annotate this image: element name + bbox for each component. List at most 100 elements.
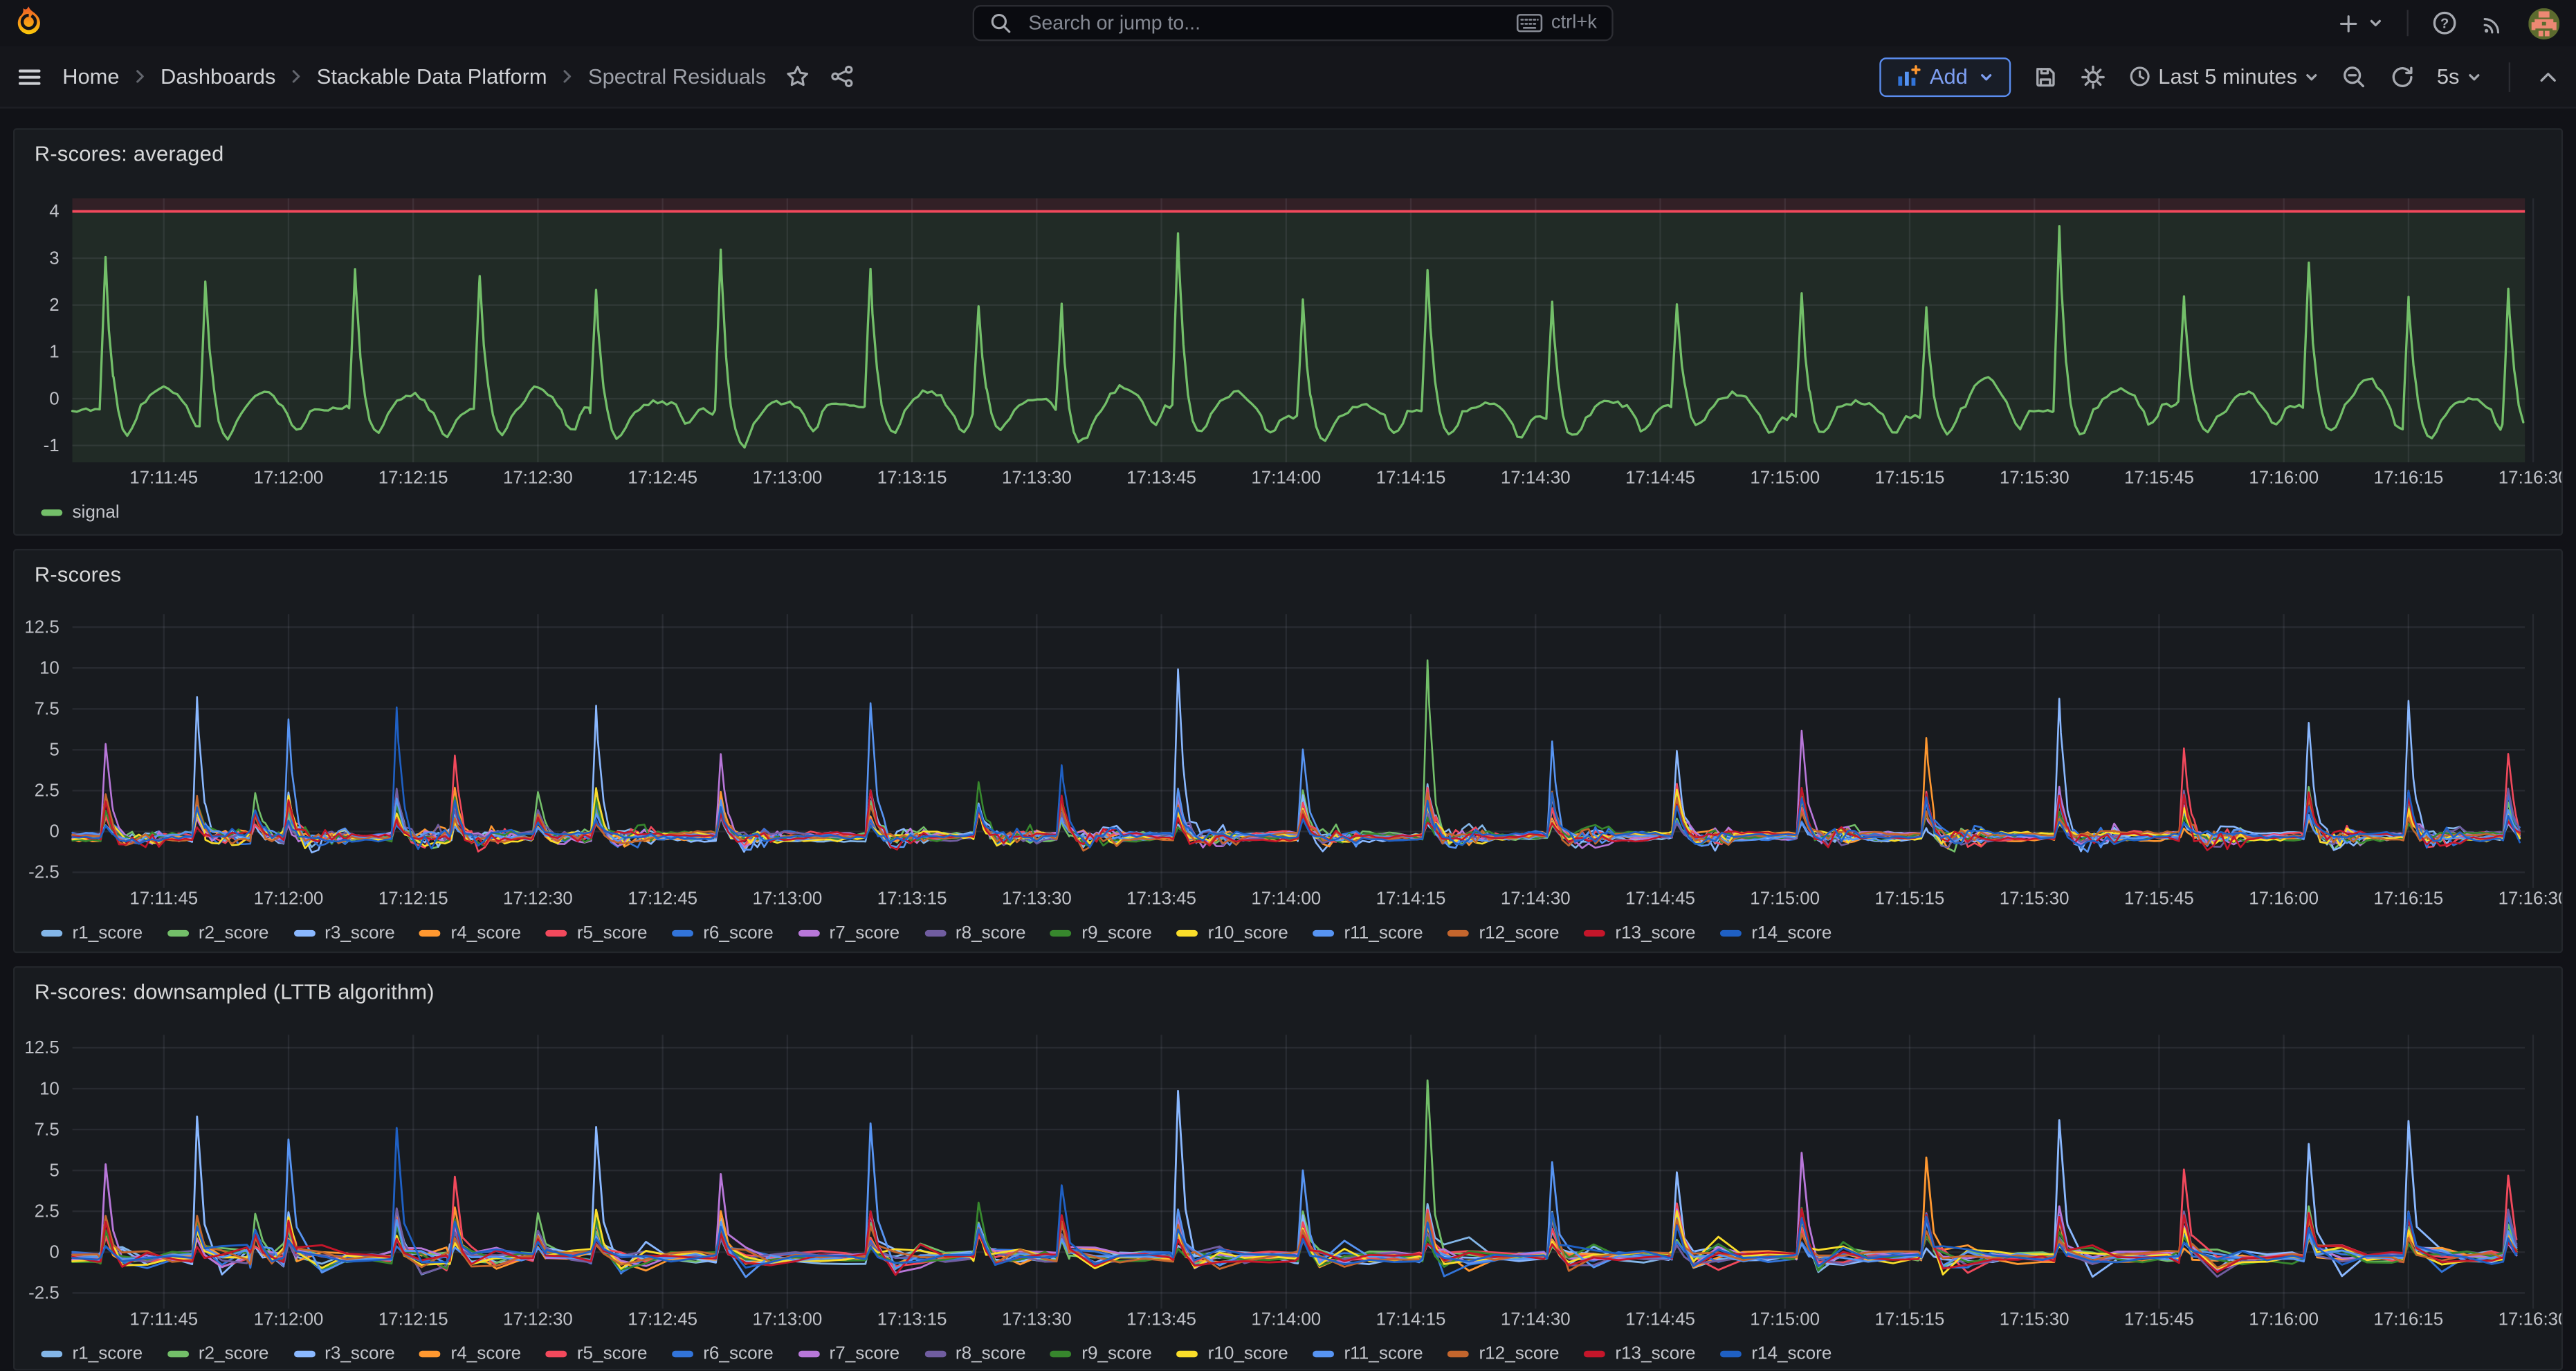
legend-item-r2_score[interactable]: r2_score xyxy=(167,923,269,943)
legend: r1_score r2_score r3_score r4_score r5_score… xyxy=(41,922,1831,945)
legend-series-color xyxy=(167,1351,189,1357)
legend-item-r1_score[interactable]: r1_score xyxy=(41,923,143,943)
dashboard-settings-button[interactable] xyxy=(2079,63,2105,89)
search-box[interactable]: ctrl+k xyxy=(973,5,1614,41)
legend-series-name: r11_score xyxy=(1344,1344,1423,1363)
refresh-interval-picker[interactable]: 5s xyxy=(2437,64,2483,89)
chevron-right-icon xyxy=(131,67,149,85)
news-button[interactable] xyxy=(2481,10,2505,35)
legend-series-color xyxy=(1313,1351,1334,1357)
chevron-down-icon xyxy=(2466,69,2483,85)
legend-item-r13_score[interactable]: r13_score xyxy=(1584,923,1695,943)
legend-item-r9_score[interactable]: r9_score xyxy=(1050,923,1152,943)
x-tick-label: 17:12:30 xyxy=(503,889,573,908)
legend-item-r3_score[interactable]: r3_score xyxy=(293,923,395,943)
search-input[interactable] xyxy=(1025,10,1506,36)
search-icon xyxy=(989,10,1014,35)
x-tick-label: 17:13:30 xyxy=(1002,469,1072,488)
legend-item-r8_score[interactable]: r8_score xyxy=(924,923,1026,943)
refresh-button[interactable] xyxy=(2389,63,2415,89)
legend-item-r3_score[interactable]: r3_score xyxy=(293,1344,395,1363)
legend-series-name: r8_score xyxy=(956,923,1026,943)
collapse-toolbar-button[interactable] xyxy=(2537,65,2559,88)
legend-series-color xyxy=(798,930,819,936)
legend-item-r2_score[interactable]: r2_score xyxy=(167,1344,269,1363)
x-tick-label: 17:14:00 xyxy=(1251,1309,1321,1329)
legend-series-name: r7_score xyxy=(830,923,900,943)
x-tick-label: 17:16:00 xyxy=(2249,1309,2319,1329)
y-tick-label: -2.5 xyxy=(28,1284,60,1303)
user-avatar[interactable] xyxy=(2528,8,2559,39)
x-tick-label: 17:16:00 xyxy=(2249,469,2319,488)
legend-item-r11_score[interactable]: r11_score xyxy=(1313,923,1423,943)
x-tick-label: 17:16:15 xyxy=(2374,469,2444,488)
shortcut-label: ctrl+k xyxy=(1551,13,1597,33)
legend-item-r5_score[interactable]: r5_score xyxy=(546,923,648,943)
legend-item-r1_score[interactable]: r1_score xyxy=(41,1344,143,1363)
legend-series-name: r14_score xyxy=(1751,1344,1831,1363)
legend: signal xyxy=(41,501,119,524)
legend-item-r14_score[interactable]: r14_score xyxy=(1720,1344,1831,1363)
x-tick-label: 17:16:00 xyxy=(2249,889,2319,908)
x-tick-label: 17:13:00 xyxy=(752,469,822,488)
legend-item-r8_score[interactable]: r8_score xyxy=(924,1344,1026,1363)
add-panel-button[interactable]: Add xyxy=(1879,57,2010,96)
zoom-out-button[interactable] xyxy=(2341,63,2368,89)
threshold-region-above xyxy=(73,198,2525,211)
help-button[interactable]: ? xyxy=(2431,10,2458,36)
y-tick-label: 2 xyxy=(49,296,59,315)
new-button[interactable] xyxy=(2336,10,2384,35)
legend-item-r9_score[interactable]: r9_score xyxy=(1050,1344,1152,1363)
x-tick-label: 17:16:30 xyxy=(2499,889,2561,908)
time-series-plot[interactable]: 17:11:4517:12:0017:12:1517:12:3017:12:45… xyxy=(15,550,2561,951)
legend: r1_score r2_score r3_score r4_score r5_score… xyxy=(41,1343,1831,1365)
x-tick-label: 17:14:00 xyxy=(1251,469,1321,488)
legend-item-r10_score[interactable]: r10_score xyxy=(1176,923,1288,943)
time-series-plot[interactable]: 17:11:4517:12:0017:12:1517:12:3017:12:45… xyxy=(15,968,2561,1369)
legend-item-r7_score[interactable]: r7_score xyxy=(798,923,899,943)
breadcrumb-folder[interactable]: Stackable Data Platform xyxy=(317,64,547,89)
legend-item-r11_score[interactable]: r11_score xyxy=(1313,1344,1423,1363)
legend-item-r13_score[interactable]: r13_score xyxy=(1584,1344,1695,1363)
y-tick-label: 5 xyxy=(49,1161,59,1180)
x-tick-label: 17:14:15 xyxy=(1376,889,1446,908)
save-dashboard-button[interactable] xyxy=(2031,63,2058,89)
legend-series-name: r5_score xyxy=(577,923,648,943)
legend-item-r12_score[interactable]: r12_score xyxy=(1447,1344,1559,1363)
legend-item-r5_score[interactable]: r5_score xyxy=(546,1344,648,1363)
chevron-right-icon xyxy=(287,67,305,85)
legend-item-signal[interactable]: signal xyxy=(41,503,119,523)
save-icon xyxy=(2031,63,2058,89)
divider xyxy=(2406,10,2408,36)
threshold-region-below xyxy=(73,211,2525,462)
legend-item-r12_score[interactable]: r12_score xyxy=(1447,923,1559,943)
x-tick-label: 17:15:45 xyxy=(2124,1309,2194,1329)
legend-series-name: r8_score xyxy=(956,1344,1026,1363)
legend-series-color xyxy=(546,1351,567,1357)
legend-series-name: r2_score xyxy=(199,923,269,943)
mega-menu-button[interactable] xyxy=(17,63,43,89)
legend-item-r14_score[interactable]: r14_score xyxy=(1720,923,1831,943)
grafana-logo[interactable] xyxy=(12,5,46,39)
legend-item-r4_score[interactable]: r4_score xyxy=(419,1344,521,1363)
time-series-plot[interactable]: 17:11:4517:12:0017:12:1517:12:3017:12:45… xyxy=(15,130,2561,534)
breadcrumb-home[interactable]: Home xyxy=(62,64,119,89)
legend-item-r7_score[interactable]: r7_score xyxy=(798,1344,899,1363)
legend-item-r10_score[interactable]: r10_score xyxy=(1176,1344,1288,1363)
legend-item-r6_score[interactable]: r6_score xyxy=(672,1344,774,1363)
x-tick-label: 17:14:00 xyxy=(1251,889,1321,908)
legend-series-name: r3_score xyxy=(325,1344,395,1363)
legend-item-r4_score[interactable]: r4_score xyxy=(419,923,521,943)
toolbar-right: Add Last 5 minutes xyxy=(1879,57,2559,96)
legend-series-name: r1_score xyxy=(72,923,143,943)
time-range-picker[interactable]: Last 5 minutes xyxy=(2127,64,2320,89)
x-tick-label: 17:12:15 xyxy=(378,469,448,488)
legend-item-r6_score[interactable]: r6_score xyxy=(672,923,774,943)
breadcrumb-dashboards[interactable]: Dashboards xyxy=(161,64,275,89)
series-line-r6_score xyxy=(73,1214,2516,1276)
series-line-r3_score xyxy=(73,669,2520,853)
legend-series-color xyxy=(924,930,946,936)
legend-series-name: r5_score xyxy=(577,1344,648,1363)
share-button[interactable] xyxy=(830,64,855,89)
favorite-button[interactable] xyxy=(786,64,811,89)
